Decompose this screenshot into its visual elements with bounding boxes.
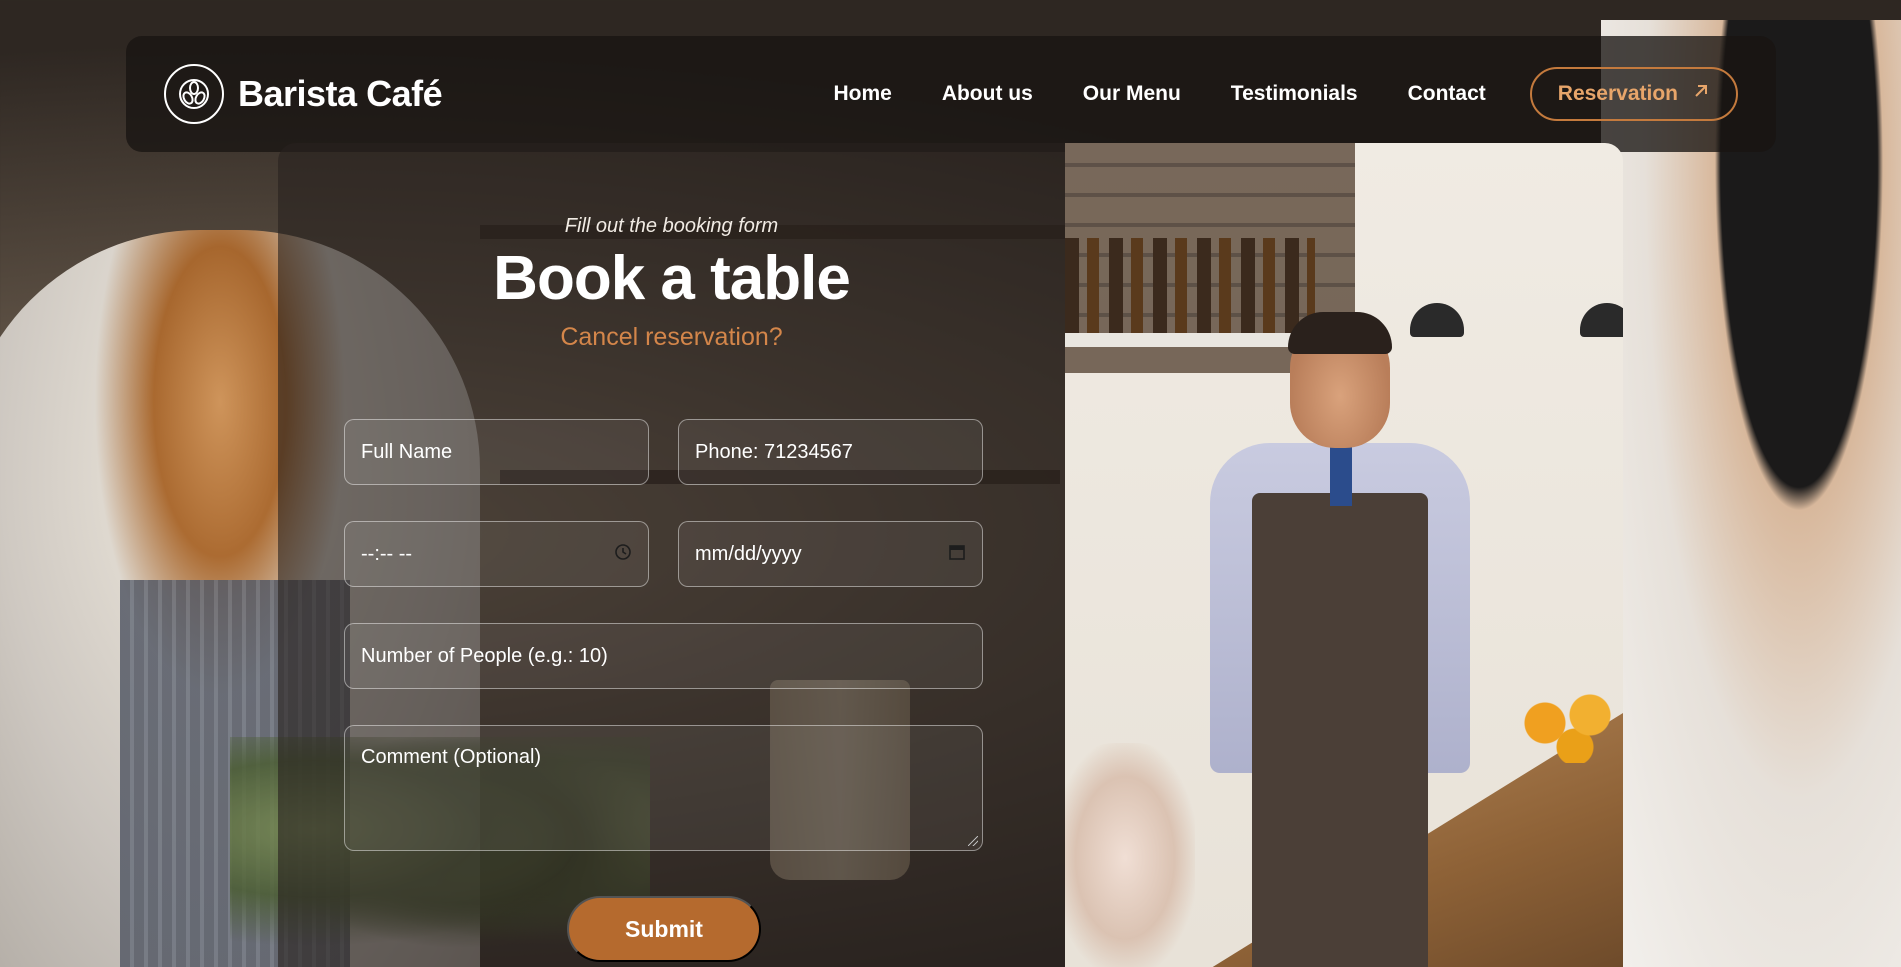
arrow-up-right-icon <box>1692 82 1710 106</box>
bg-customer-right <box>1601 20 1901 967</box>
pendant-lamp <box>1580 303 1623 337</box>
brand-logo-link[interactable]: Barista Café <box>164 64 443 124</box>
photo-oranges <box>1520 683 1620 763</box>
booking-form-panel: Fill out the booking form Book a table C… <box>278 143 1065 967</box>
full-name-placeholder: Full Name <box>361 440 453 463</box>
phone-placeholder: Phone: 71234567 <box>695 440 853 463</box>
reservation-label: Reservation <box>1557 82 1678 105</box>
full-name-input[interactable]: Full Name <box>344 419 649 485</box>
number-of-people-input[interactable]: Number of People (e.g.: 10) <box>344 623 983 689</box>
submit-button[interactable]: Submit <box>567 896 761 962</box>
date-input[interactable]: mm/dd/yyyy <box>678 521 983 587</box>
time-placeholder: --:-- -- <box>361 542 413 565</box>
coffee-beans-icon <box>164 64 224 124</box>
booking-subtitle: Fill out the booking form <box>564 215 779 237</box>
cancel-reservation-link[interactable]: Cancel reservation? <box>278 323 1065 352</box>
nav-our-menu[interactable]: Our Menu <box>1083 82 1181 106</box>
nav-about-us[interactable]: About us <box>942 82 1033 106</box>
nav-testimonials[interactable]: Testimonials <box>1231 82 1358 106</box>
time-input[interactable]: --:-- -- <box>344 521 649 587</box>
nav-home[interactable]: Home <box>833 82 891 106</box>
resize-handle[interactable] <box>968 836 978 846</box>
photo-flowers-blur <box>1065 743 1195 967</box>
comment-placeholder: Comment (Optional) <box>361 746 542 768</box>
photo-barista-man <box>1170 312 1510 967</box>
booking-title: Book a table <box>493 244 851 313</box>
people-placeholder: Number of People (e.g.: 10) <box>361 644 608 667</box>
main-nav: Home About us Our Menu Testimonials Cont… <box>833 82 1485 106</box>
nav-contact[interactable]: Contact <box>1408 82 1486 106</box>
comment-textarea[interactable]: Comment (Optional) <box>344 725 983 851</box>
reservation-button[interactable]: Reservation <box>1529 67 1738 121</box>
date-placeholder: mm/dd/yyyy <box>695 542 802 565</box>
navbar: Barista Café Home About us Our Menu Test… <box>126 36 1776 152</box>
barista-photo <box>1065 143 1623 967</box>
calendar-icon[interactable] <box>948 543 966 566</box>
brand-name: Barista Café <box>238 73 443 114</box>
clock-icon[interactable] <box>614 543 632 566</box>
phone-input[interactable]: Phone: 71234567 <box>678 419 983 485</box>
